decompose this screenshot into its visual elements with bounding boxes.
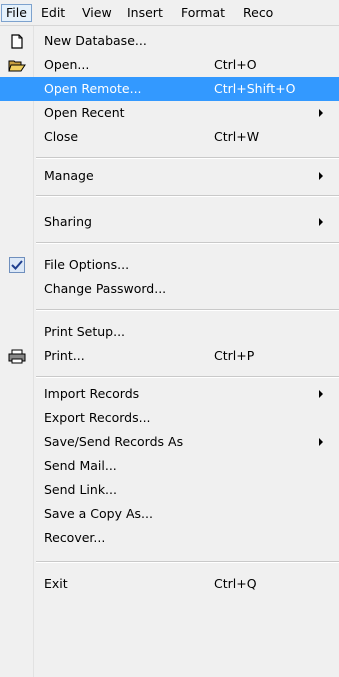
menu-item-open-recent[interactable]: Open Recent: [0, 101, 339, 125]
checkmark-icon: [8, 257, 26, 273]
menu-item-label: Save a Copy As...: [44, 506, 153, 521]
menu-item-send-mail[interactable]: Send Mail...: [0, 454, 339, 478]
menu-item-label: Open Recent: [44, 105, 125, 120]
menu-item-label: Close: [44, 129, 79, 144]
menu-item-label: Manage: [44, 168, 94, 183]
menu-item-label: Send Mail...: [44, 458, 117, 473]
menu-item-label: Open Remote...: [44, 81, 142, 96]
menu-item-label: Change Password...: [44, 281, 167, 296]
menu-item-label: Recover...: [44, 530, 106, 545]
menu-item-label: Import Records: [44, 386, 140, 401]
menu-item-label: New Database...: [44, 33, 147, 48]
menu-item-print[interactable]: Print... Ctrl+P: [0, 344, 339, 368]
menu-item-shortcut: Ctrl+P: [214, 348, 255, 363]
printer-icon: [8, 348, 26, 364]
menu-separator: [36, 157, 339, 159]
submenu-arrow-icon: [319, 438, 323, 446]
menu-item-label: Export Records...: [44, 410, 151, 425]
menu-item-label: Send Link...: [44, 482, 117, 497]
menu-item-manage[interactable]: Manage: [0, 164, 339, 188]
menu-item-label: Exit: [44, 576, 68, 591]
menu-separator: [36, 242, 339, 244]
menu-item-label: Save/Send Records As: [44, 434, 184, 449]
menu-item-change-password[interactable]: Change Password...: [0, 277, 339, 301]
menu-item-open[interactable]: Open... Ctrl+O: [0, 53, 339, 77]
open-folder-icon: [8, 57, 26, 73]
menu-item-label: Print...: [44, 348, 85, 363]
menu-item-shortcut: Ctrl+W: [214, 129, 260, 144]
menu-item-close[interactable]: Close Ctrl+W: [0, 125, 339, 149]
menu-edit[interactable]: Edit: [36, 4, 70, 22]
menu-item-shortcut: Ctrl+O: [214, 57, 257, 72]
menu-item-save-send-records-as[interactable]: Save/Send Records As: [0, 430, 339, 454]
menu-item-label: Print Setup...: [44, 324, 126, 339]
menu-item-new-database[interactable]: New Database...: [0, 29, 339, 53]
menu-item-label: File Options...: [44, 257, 130, 272]
menu-item-open-remote[interactable]: Open Remote... Ctrl+Shift+O: [0, 77, 339, 101]
submenu-arrow-icon: [319, 109, 323, 117]
menu-records[interactable]: Reco: [238, 4, 278, 22]
menu-view[interactable]: View: [77, 4, 117, 22]
menu-item-print-setup[interactable]: Print Setup...: [0, 320, 339, 344]
menu-separator: [36, 309, 339, 311]
submenu-arrow-icon: [319, 218, 323, 226]
file-menu-dropdown: New Database... Open... Ctrl+O Open Remo…: [0, 26, 339, 677]
menu-item-export-records[interactable]: Export Records...: [0, 406, 339, 430]
menu-separator: [36, 561, 339, 563]
menu-item-save-a-copy-as[interactable]: Save a Copy As...: [0, 502, 339, 526]
menu-item-shortcut: Ctrl+Q: [214, 576, 257, 591]
menu-separator: [36, 376, 339, 378]
menu-format[interactable]: Format: [176, 4, 230, 22]
menu-item-label: Open...: [44, 57, 90, 72]
menu-item-sharing[interactable]: Sharing: [0, 210, 339, 234]
new-document-icon: [8, 33, 26, 49]
menu-separator: [36, 195, 339, 197]
menu-item-file-options[interactable]: File Options...: [0, 253, 339, 277]
submenu-arrow-icon: [319, 390, 323, 398]
menu-item-recover[interactable]: Recover...: [0, 526, 339, 550]
menu-item-label: Sharing: [44, 214, 92, 229]
menu-file[interactable]: File: [1, 4, 32, 22]
menu-item-shortcut: Ctrl+Shift+O: [214, 81, 296, 96]
menu-insert[interactable]: Insert: [122, 4, 168, 22]
menu-item-exit[interactable]: Exit Ctrl+Q: [0, 572, 339, 596]
menu-bar: File Edit View Insert Format Reco: [0, 0, 339, 26]
menu-item-import-records[interactable]: Import Records: [0, 382, 339, 406]
menu-item-send-link[interactable]: Send Link...: [0, 478, 339, 502]
submenu-arrow-icon: [319, 172, 323, 180]
